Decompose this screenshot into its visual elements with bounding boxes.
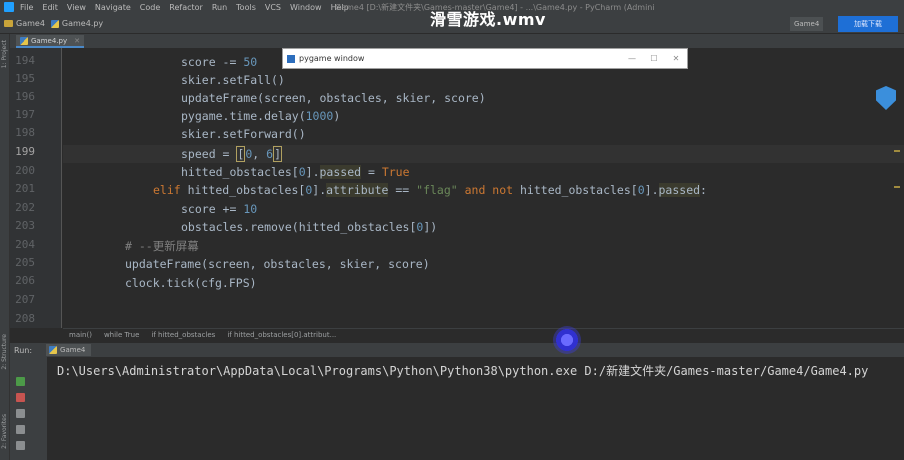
menu-vcs[interactable]: VCS (265, 3, 281, 12)
nav-file[interactable]: Game4.py (50, 19, 104, 28)
run-console[interactable]: D:\Users\Administrator\AppData\Local\Pro… (47, 357, 904, 460)
pygame-window[interactable]: pygame window — ☐ ✕ (282, 48, 688, 69)
line-number: 196 (15, 90, 35, 103)
print-icon[interactable] (16, 425, 25, 434)
project-tool-tab[interactable]: 1: Project (1, 40, 8, 68)
menu-file[interactable]: File (20, 3, 33, 12)
editor-tab-bar: Game4.py ✕ (10, 34, 904, 48)
run-toolbar (10, 357, 47, 460)
python-file-icon (20, 36, 28, 45)
rerun-icon[interactable] (16, 377, 25, 386)
stop-icon[interactable] (16, 393, 25, 402)
menu-run[interactable]: Run (212, 3, 227, 12)
menu-navigate[interactable]: Navigate (95, 3, 131, 12)
pycharm-logo-icon (4, 2, 14, 12)
pygame-icon (287, 54, 295, 63)
menu-window[interactable]: Window (290, 3, 322, 12)
nav-project[interactable]: Game4 (4, 19, 45, 28)
code-line-current: speed = [0, 6] (181, 146, 282, 162)
code-line: score += 10 (181, 202, 258, 216)
code-line: clock.tick(cfg.FPS) (125, 276, 257, 290)
run-label: Run: (14, 345, 33, 355)
favorites-tool-tab[interactable]: 2: Favorites (1, 414, 8, 449)
code-comment: # --更新屏幕 (125, 239, 199, 253)
line-number: 205 (15, 256, 35, 269)
scrollbar-marker[interactable] (894, 186, 900, 188)
run-tab-label: Game4 (60, 346, 86, 354)
code-line: obstacles.remove(hitted_obstacles[0]) (181, 220, 438, 234)
line-number: 206 (15, 274, 35, 287)
tab-game4-py[interactable]: Game4.py ✕ (16, 35, 84, 48)
line-number: 208 (15, 312, 35, 325)
breadcrumb-item[interactable]: while True (104, 331, 139, 339)
line-number: 203 (15, 219, 35, 232)
line-number: 207 (15, 293, 35, 306)
python-file-icon (49, 346, 58, 354)
run-config-label: Game4 (794, 20, 820, 28)
python-file-icon (50, 19, 59, 28)
code-line: skier.setForward() (181, 127, 306, 141)
code-line: score -= 50 (181, 55, 258, 69)
left-tool-strip: 1: Project 2: Structure 2: Favorites (0, 34, 10, 460)
line-number: 204 (15, 238, 35, 251)
code-line: elif hitted_obstacles[0].attribute == "f… (153, 183, 707, 197)
code-line: hitted_obstacles[0].passed = True (181, 165, 410, 179)
line-number: 200 (15, 164, 35, 177)
scrollbar-marker[interactable] (894, 150, 900, 152)
console-output-line: D:\Users\Administrator\AppData\Local\Pro… (57, 364, 869, 378)
close-tab-icon[interactable]: ✕ (74, 37, 80, 45)
line-number: 198 (15, 126, 35, 139)
video-title: 滑雪游戏.wmv (430, 10, 546, 29)
menu-code[interactable]: Code (140, 3, 160, 12)
code-line: pygame.time.delay(1000) (181, 109, 341, 123)
minimize-button[interactable]: — (621, 54, 643, 63)
tab-label: Game4.py (31, 36, 68, 45)
nav-file-label: Game4.py (61, 19, 104, 28)
menu-refactor[interactable]: Refactor (169, 3, 203, 12)
code-line: skier.setFall() (181, 73, 285, 87)
menu-edit[interactable]: Edit (42, 3, 58, 12)
line-number: 197 (15, 108, 35, 121)
code-line: updateFrame(screen, obstacles, skier, sc… (181, 91, 486, 105)
line-number: 201 (15, 182, 35, 195)
code-editor[interactable]: score -= 50 skier.setFall() updateFrame(… (63, 48, 904, 328)
structure-tool-tab[interactable]: 2: Structure (1, 334, 8, 370)
pygame-window-title: pygame window (299, 54, 365, 63)
maximize-button[interactable]: ☐ (643, 54, 665, 63)
folder-icon (4, 20, 13, 27)
breadcrumb-item[interactable]: main() (69, 331, 92, 339)
menu-tools[interactable]: Tools (236, 3, 256, 12)
line-number: 194 (15, 54, 35, 67)
breadcrumb-item[interactable]: if hitted_obstacles[0].attribut... (227, 331, 336, 339)
line-number: 202 (15, 201, 35, 214)
mouse-cursor-highlight (553, 326, 581, 354)
settings-icon[interactable] (16, 409, 25, 418)
close-button[interactable]: ✕ (665, 54, 687, 63)
line-number-current: 199 (15, 145, 35, 158)
window-controls: — ☐ ✕ (621, 54, 687, 63)
overlay-blue-button[interactable]: 加载下载 (838, 16, 898, 32)
run-config-select[interactable]: Game4 (790, 17, 824, 31)
run-panel-header: Run: Game4 (10, 343, 904, 357)
delete-icon[interactable] (16, 441, 25, 450)
nav-project-label: Game4 (16, 19, 45, 28)
line-number-gutter: 194 195 196 197 198 199 200 201 202 203 … (10, 48, 62, 328)
menu-view[interactable]: View (67, 3, 86, 12)
run-tab-game4[interactable]: Game4 (46, 344, 92, 356)
code-line: updateFrame(screen, obstacles, skier, sc… (125, 257, 430, 271)
code-breadcrumb: main() while True if hitted_obstacles if… (63, 328, 904, 340)
line-number: 195 (15, 72, 35, 85)
breadcrumb-item[interactable]: if hitted_obstacles (151, 331, 215, 339)
